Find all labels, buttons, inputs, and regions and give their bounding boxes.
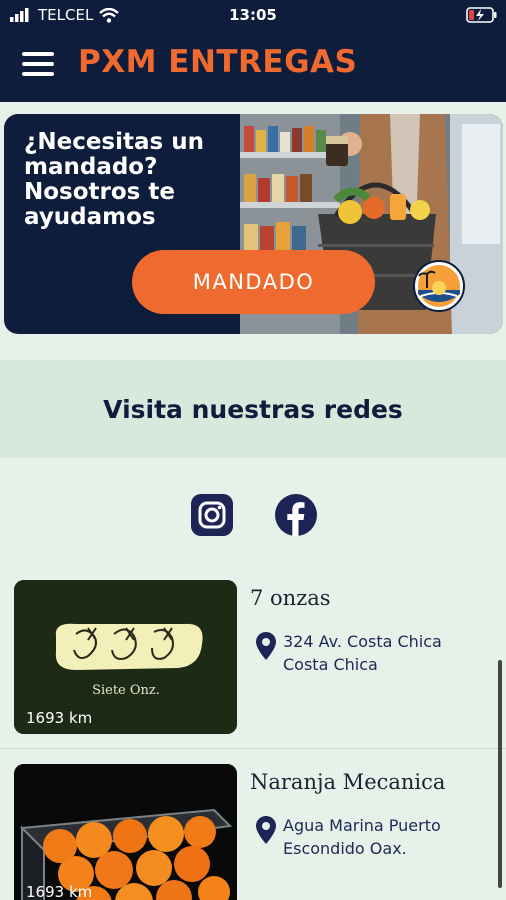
- promo-banner[interactable]: ¿Necesitas un mandado? Nosotros te ayuda…: [4, 114, 503, 334]
- distance-label: 1693 km: [26, 883, 93, 900]
- beach-sunset-logo: [413, 260, 465, 312]
- store-thumbnail: Siete Onz. 1693 km: [14, 580, 237, 734]
- store-card[interactable]: 1693 km Naranja Mecanica Agua Marina Pue…: [0, 764, 506, 900]
- social-section-header: Visita nuestras redes: [0, 360, 506, 458]
- store-name: Naranja Mecanica: [250, 770, 446, 794]
- app-bar: TELCEL 13:05 PXM ENTREGAS: [0, 0, 506, 102]
- social-heading: Visita nuestras redes: [103, 394, 403, 424]
- store-name: 7 onzas: [250, 586, 331, 610]
- banner-headline: ¿Necesitas un mandado? Nosotros te ayuda…: [24, 129, 204, 230]
- instagram-icon[interactable]: [191, 494, 233, 536]
- store-thumbnail: 1693 km: [14, 764, 237, 900]
- location-pin-icon: [256, 816, 276, 844]
- store-address: 324 Av. Costa Chica Costa Chica: [283, 632, 442, 674]
- distance-label: 1693 km: [26, 709, 93, 727]
- store-card[interactable]: Siete Onz. 1693 km 7 onzas 324 Av. Costa…: [0, 580, 506, 748]
- battery-charging-icon: [466, 7, 497, 23]
- app-title: PXM ENTREGAS: [78, 44, 358, 80]
- store-address: Agua Marina Puerto Escondido Oax.: [283, 816, 441, 858]
- hamburger-menu-icon[interactable]: [22, 52, 54, 76]
- status-bar: TELCEL 13:05: [0, 0, 506, 30]
- list-divider: [0, 748, 506, 749]
- scrollbar[interactable]: [498, 660, 502, 888]
- social-links: [0, 492, 506, 538]
- status-time: 13:05: [229, 6, 277, 24]
- store-image-label: Siete Onz.: [92, 683, 160, 698]
- facebook-icon[interactable]: [275, 494, 317, 536]
- location-pin-icon: [256, 632, 276, 660]
- mandado-button[interactable]: MANDADO: [132, 250, 375, 314]
